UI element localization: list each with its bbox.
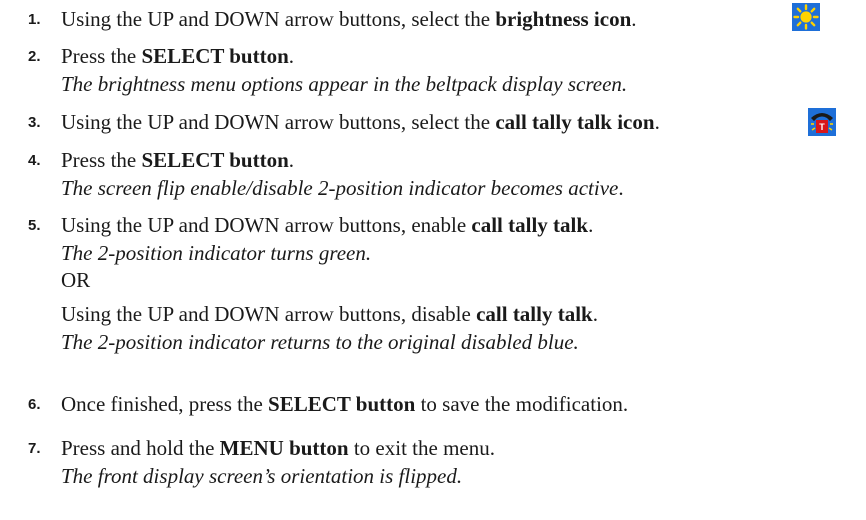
step-text: Using the UP and DOWN arrow buttons, sel… [61,110,660,134]
ui-term: SELECT button [268,392,416,416]
ui-term: SELECT button [141,148,289,172]
step-number: 7. [28,440,41,457]
step-text: Once finished, press the SELECT button t… [61,392,629,416]
svg-text:T: T [819,122,825,132]
step-result-note: The brightness menu options appear in th… [61,72,628,96]
ui-term: SELECT button [141,44,289,68]
step-number: 3. [28,114,41,131]
step-text: Press the SELECT button. [61,148,295,172]
step-number: 5. [28,217,41,234]
step-number: 1. [28,11,41,28]
step-text: Press and hold the MENU button to exit t… [61,436,495,460]
step-text: Using the UP and DOWN arrow buttons, ena… [61,213,594,237]
ui-term: brightness icon [495,7,632,31]
step-text: Using the UP and DOWN arrow buttons, sel… [61,7,637,31]
step-alt-result-note: The 2-position indicator returns to the … [61,330,579,354]
ui-term: call tally talk [476,302,593,326]
step-number: 2. [28,48,41,65]
step-result-note: The 2-position indicator turns green. [61,241,372,265]
step-number: 4. [28,152,41,169]
sun-brightness-icon [792,3,820,31]
step-number: 6. [28,396,41,413]
step-text: Press the SELECT button. [61,44,295,68]
ui-term: call tally talk [471,213,589,237]
step-alt-text: Using the UP and DOWN arrow buttons, dis… [61,302,598,326]
step-result-note: The screen flip enable/disable 2-positio… [61,176,624,200]
ui-term: call tally talk icon [495,110,655,134]
ui-term: MENU button [219,436,349,460]
call-tally-talk-icon: T [808,108,836,136]
step-result-note: The front display screen’s orientation i… [61,464,463,488]
or-separator: OR [61,268,91,292]
